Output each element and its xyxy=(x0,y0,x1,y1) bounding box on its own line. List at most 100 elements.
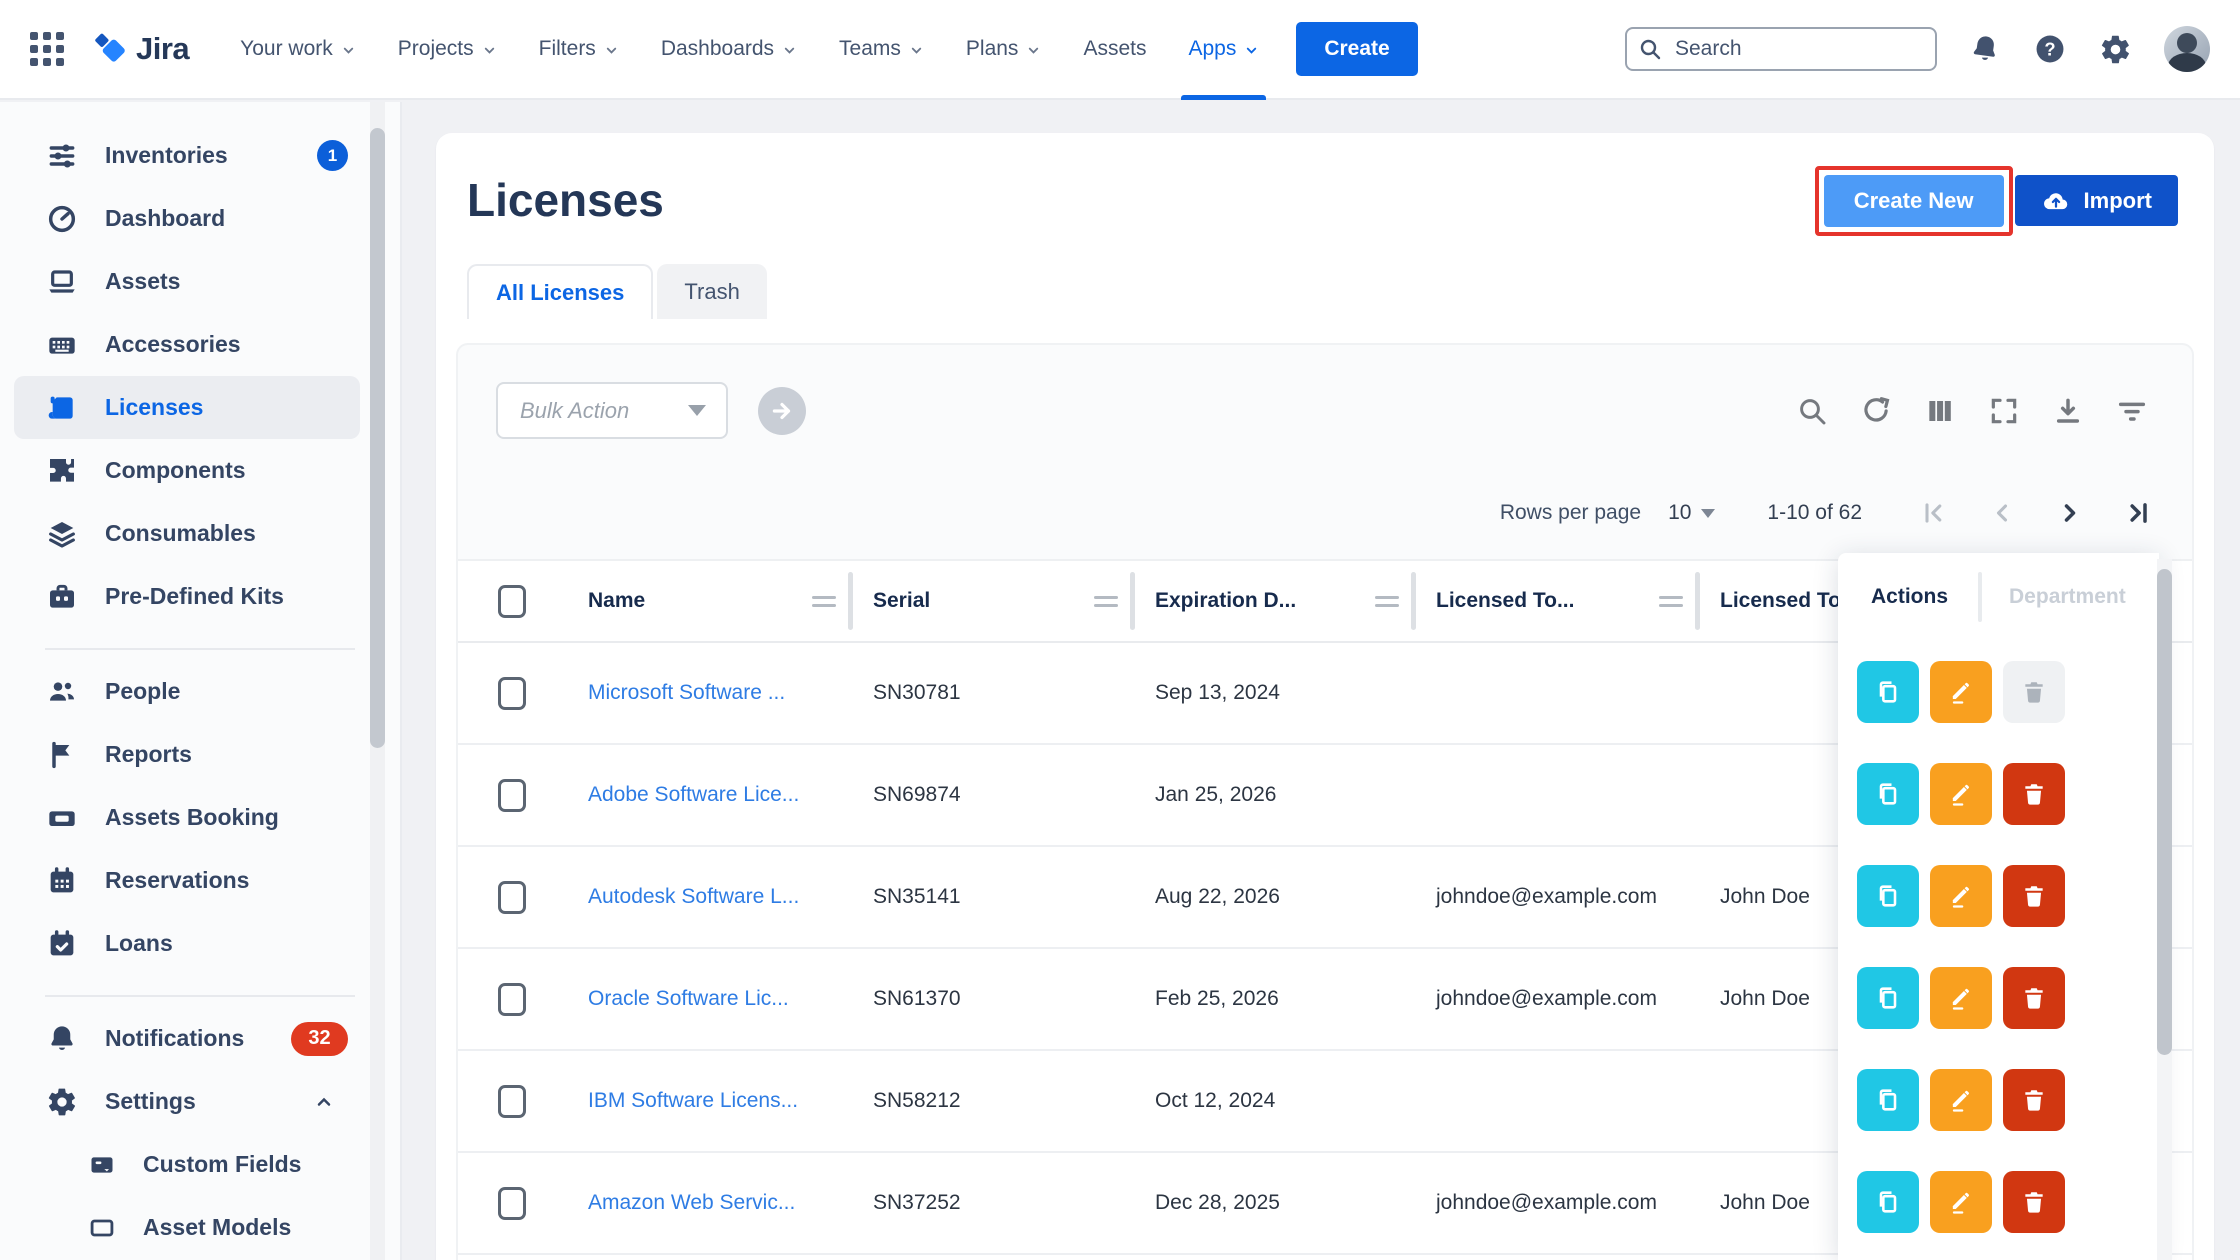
nav-item-projects[interactable]: Projects xyxy=(381,0,514,98)
notifications-bell-icon[interactable] xyxy=(1969,33,2001,65)
columns-icon[interactable] xyxy=(1924,395,1956,427)
last-page-icon[interactable] xyxy=(2124,499,2152,527)
delete-button[interactable] xyxy=(2003,967,2065,1029)
row-checkbox[interactable] xyxy=(498,1085,526,1118)
serial-value: SN58212 xyxy=(873,1089,961,1113)
chevron-down-icon xyxy=(909,43,924,58)
license-name-link[interactable]: Amazon Web Servic... xyxy=(588,1191,795,1215)
column-drag-handle[interactable] xyxy=(1375,596,1399,607)
sidebar-item-consumables[interactable]: Consumables xyxy=(14,502,360,565)
sidebar-item-dashboard[interactable]: Dashboard xyxy=(14,187,360,250)
sidebar-item-settings[interactable]: Settings xyxy=(14,1070,360,1133)
nav-item-apps[interactable]: Apps xyxy=(1171,0,1276,98)
settings-gear-icon[interactable] xyxy=(2099,33,2132,66)
user-avatar[interactable] xyxy=(2164,26,2210,72)
row-actions xyxy=(1838,641,2159,743)
sidebar-item-asset-models[interactable]: Asset Models xyxy=(14,1196,360,1259)
create-button[interactable]: Create xyxy=(1296,22,1417,76)
select-all-checkbox[interactable] xyxy=(498,585,526,618)
import-button[interactable]: Import xyxy=(2015,175,2178,226)
column-drag-handle[interactable] xyxy=(1094,596,1118,607)
column-drag-handle[interactable] xyxy=(1659,596,1683,607)
row-checkbox[interactable] xyxy=(498,1187,526,1220)
license-name-link[interactable]: Microsoft Software ... xyxy=(588,681,785,705)
copy-button[interactable] xyxy=(1857,763,1919,825)
copy-button[interactable] xyxy=(1857,865,1919,927)
delete-button[interactable] xyxy=(2003,1171,2065,1233)
search-icon[interactable] xyxy=(1796,395,1828,427)
license-name-link[interactable]: Adobe Software Lice... xyxy=(588,783,799,807)
pagination: Rows per page 10 1-10 of 62 xyxy=(1500,491,2152,535)
column-header-name[interactable]: Name xyxy=(588,589,645,613)
row-checkbox[interactable] xyxy=(498,881,526,914)
license-name-link[interactable]: Oracle Software Lic... xyxy=(588,987,789,1011)
copy-button[interactable] xyxy=(1857,1069,1919,1131)
tab-all-licenses[interactable]: All Licenses xyxy=(467,264,653,319)
sidebar-item-assets[interactable]: Assets xyxy=(14,250,360,313)
pencil-icon xyxy=(1947,1188,1975,1216)
edit-button[interactable] xyxy=(1930,661,1992,723)
edit-button[interactable] xyxy=(1930,1069,1992,1131)
refresh-icon[interactable] xyxy=(1860,395,1892,427)
sidebar-item-reservations[interactable]: Reservations xyxy=(14,849,360,912)
download-icon[interactable] xyxy=(2052,395,2084,427)
fullscreen-icon[interactable] xyxy=(1988,395,2020,427)
column-header-serial[interactable]: Serial xyxy=(873,589,930,613)
bulk-action-go-button[interactable] xyxy=(758,387,806,435)
sidebar-item-accessories[interactable]: Accessories xyxy=(14,313,360,376)
sidebar-item-inventories[interactable]: Inventories 1 xyxy=(14,124,360,187)
nav-item-filters[interactable]: Filters xyxy=(522,0,636,98)
row-actions xyxy=(1838,1049,2159,1151)
column-drag-handle[interactable] xyxy=(812,596,836,607)
column-header-licensed-to[interactable]: Licensed To... xyxy=(1436,589,1574,613)
nav-item-assets[interactable]: Assets xyxy=(1066,0,1163,98)
sidebar-item-components[interactable]: Components xyxy=(14,439,360,502)
sidebar-item-assets-booking[interactable]: Assets Booking xyxy=(14,786,360,849)
sidebar-item-people[interactable]: People xyxy=(14,660,360,723)
nav-item-dashboards[interactable]: Dashboards xyxy=(644,0,814,98)
edit-button[interactable] xyxy=(1930,865,1992,927)
bulk-action-placeholder: Bulk Action xyxy=(498,398,629,424)
sidebar-item-loans[interactable]: Loans xyxy=(14,912,360,975)
jira-logo[interactable]: Jira xyxy=(90,30,189,68)
nav-item-your-work[interactable]: Your work xyxy=(223,0,373,98)
copy-button[interactable] xyxy=(1857,967,1919,1029)
table-scrollbar-thumb[interactable] xyxy=(2157,569,2172,1055)
row-checkbox[interactable] xyxy=(498,779,526,812)
nav-item-teams[interactable]: Teams xyxy=(822,0,941,98)
layers-icon xyxy=(45,518,79,550)
sidebar-item-pre-defined-kits[interactable]: Pre-Defined Kits xyxy=(14,565,360,628)
copy-button[interactable] xyxy=(1857,661,1919,723)
row-checkbox[interactable] xyxy=(498,677,526,710)
copy-button[interactable] xyxy=(1857,1171,1919,1233)
app-switcher-icon[interactable] xyxy=(30,32,64,66)
edit-button[interactable] xyxy=(1930,763,1992,825)
help-icon[interactable]: ? xyxy=(2033,32,2067,66)
search-input[interactable] xyxy=(1625,27,1937,71)
column-header-expiration-date[interactable]: Expiration D... xyxy=(1155,589,1296,613)
edit-button[interactable] xyxy=(1930,967,1992,1029)
bulk-action-select[interactable]: Bulk Action xyxy=(496,382,728,439)
page-size-select[interactable]: 10 xyxy=(1668,501,1715,525)
filter-icon[interactable] xyxy=(2116,395,2148,427)
row-checkbox[interactable] xyxy=(498,983,526,1016)
create-new-button[interactable]: Create New xyxy=(1824,175,2004,227)
nav-item-plans[interactable]: Plans xyxy=(949,0,1059,98)
tab-trash[interactable]: Trash xyxy=(657,264,766,319)
sidebar-item-reports[interactable]: Reports xyxy=(14,723,360,786)
delete-button[interactable] xyxy=(2003,1069,2065,1131)
sidebar-item-licenses[interactable]: Licenses xyxy=(14,376,360,439)
delete-button[interactable] xyxy=(2003,763,2065,825)
top-navigation-bar: Jira Your work Projects Filters Dashboar… xyxy=(0,0,2240,100)
first-page-icon[interactable] xyxy=(1920,499,1948,527)
delete-button[interactable] xyxy=(2003,865,2065,927)
license-name-link[interactable]: Autodesk Software L... xyxy=(588,885,799,909)
sidebar-item-notifications[interactable]: Notifications 32 xyxy=(14,1007,360,1070)
edit-button[interactable] xyxy=(1930,1171,1992,1233)
license-name-link[interactable]: IBM Software Licens... xyxy=(588,1089,798,1113)
previous-page-icon[interactable] xyxy=(1988,499,2016,527)
sidebar-item-custom-fields[interactable]: Custom Fields xyxy=(14,1133,360,1196)
pagination-range: 1-10 of 62 xyxy=(1767,501,1862,525)
sidebar-scrollbar-thumb[interactable] xyxy=(370,128,385,748)
next-page-icon[interactable] xyxy=(2056,499,2084,527)
